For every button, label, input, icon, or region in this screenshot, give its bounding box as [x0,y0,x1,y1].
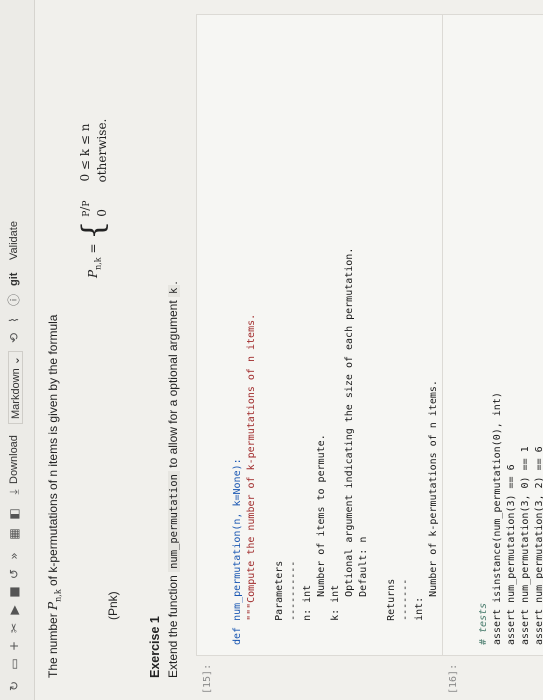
code-line: Optional argument indicating the size of… [344,247,355,645]
chart-icon[interactable]: ⌇ [6,312,22,328]
case2-condition: otherwise. [94,118,109,183]
code-line: k: int [330,584,341,645]
code-line: assert num_permutation(3) == 6 [506,464,517,645]
fast-forward-icon[interactable]: » [6,548,22,564]
code-editor-15[interactable]: def num_permutation(n, k=None): """Compu… [231,25,469,645]
intro-sentence: The number Pn,k of k-permutations of n i… [46,314,63,678]
formula: Pn,k = { P/P 0 ≤ k ≤ n 0 otherwise. [76,118,112,278]
code-line: """Compute the number of k-permutations … [246,313,257,645]
exercise-title: Exercise 1 [148,616,162,678]
code-line: assert isinstance(num_permutation(0), in… [492,392,503,645]
run-icon[interactable]: ▶ [6,602,22,618]
code-line: def num_permutation(n, k=None): [232,458,243,645]
git-button[interactable]: git [8,273,20,286]
notebook-view: ↻ ▭ + ✂ ▶ ■ ↺ » ▦ ◧ ⤓ Download Markdown … [0,0,543,700]
save-icon[interactable]: ▭ [6,656,22,672]
code-cell-15[interactable]: def num_permutation(n, k=None): """Compu… [196,14,467,656]
info-icon[interactable]: ⓘ [6,292,22,308]
code-line: int: [414,596,425,645]
code-line: assert num_permutation(3, 0) == 1 [520,446,531,645]
code-line: Default: n [358,536,369,645]
code-line: Number of items to permute. [316,434,327,645]
restart-icon[interactable]: ↺ [6,566,22,582]
notebook-toolbar: ↻ ▭ + ✂ ▶ ■ ↺ » ▦ ◧ ⤓ Download Markdown … [0,0,35,700]
stop-icon[interactable]: ■ [6,584,22,600]
markdown-cell-intro[interactable]: The number Pn,k of k-permutations of n i… [46,28,132,678]
equation-tag: (Pnk) [106,591,121,620]
code-editor-16[interactable]: # tests assert isinstance(num_permutation… [477,25,543,645]
code-line: Parameters [274,560,285,645]
cell-type-label: Markdown [10,368,22,419]
exercise-text: Extend the function num_permutation to a… [166,281,180,678]
chevron-down-icon: ⌄ [10,355,22,366]
markdown-cell-exercise[interactable]: Exercise 1 Extend the function num_permu… [148,28,180,678]
pnk-symbol: Pn,k [46,589,63,610]
code-line: # tests [478,602,489,645]
formula-block: (Pnk) Pn,k = { P/P 0 ≤ k ≤ n 0 otherwise… [62,28,132,678]
download-icon[interactable]: ⤓ [6,484,22,500]
code-line: n: int [302,584,313,645]
func-name-code: num_permutation [168,471,180,572]
cell-prompt-16: [16]: [448,663,459,694]
refresh-icon[interactable]: ↻ [6,678,22,694]
code-line: ---------- [288,560,299,645]
code-line: Returns [386,578,397,645]
code-line: assert num_permutation(3, 2) == 6 [534,446,543,645]
validate-button[interactable]: Validate [8,221,20,260]
code-icon[interactable]: ◧ [6,506,22,522]
grid-icon[interactable]: ▦ [6,526,22,542]
code-line: ------- [400,578,411,645]
add-cell-icon[interactable]: + [6,638,22,654]
cell-type-select[interactable]: Markdown ⌄ [8,350,23,424]
download-button[interactable]: Download [8,435,20,484]
cut-icon[interactable]: ✂ [6,620,22,636]
code-cell-16[interactable]: # tests assert isinstance(num_permutation… [442,14,543,656]
open-icon[interactable]: ⟲ [6,330,22,346]
cell-prompt-15: [15]: [202,663,213,694]
code-line: Number of k-permutations of n items. [428,380,439,645]
arg-name-code: k [168,284,180,297]
case1-condition: 0 ≤ k ≤ n [77,123,92,182]
